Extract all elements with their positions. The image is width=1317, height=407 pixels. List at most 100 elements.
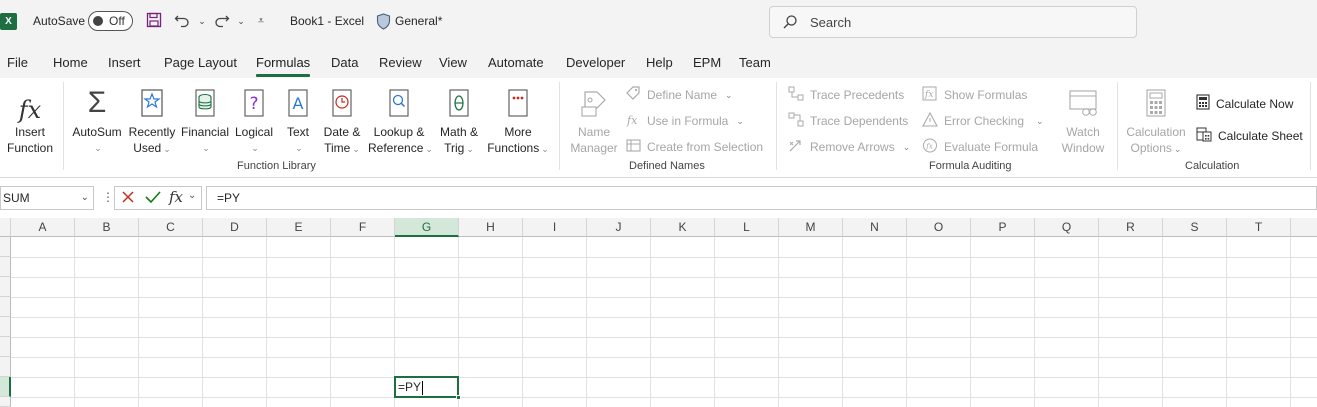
shield-icon[interactable] — [376, 13, 391, 33]
column-header-m[interactable]: M — [779, 218, 843, 237]
row-header-active[interactable] — [0, 377, 11, 397]
tab-epm[interactable]: EPM — [693, 55, 721, 70]
redo-icon[interactable] — [213, 12, 231, 30]
define-name-button[interactable]: Define Name ⌄ — [626, 86, 733, 104]
calculation-options-button[interactable]: Calculation Options ⌄ — [1124, 84, 1188, 157]
remove-arrows-button[interactable]: Remove Arrows ⌄ — [788, 138, 910, 156]
row-header[interactable] — [0, 337, 11, 357]
use-in-formula-button[interactable]: fx Use in Formula ⌄ — [626, 112, 744, 130]
row-header[interactable] — [0, 317, 11, 337]
column-header-d[interactable]: D — [203, 218, 267, 237]
error-checking-button[interactable]: Error Checking ⌄ — [922, 111, 1044, 130]
column-header-partial[interactable] — [1291, 218, 1317, 237]
chevron-down-icon: ⌄ — [725, 89, 733, 100]
text-button[interactable]: A Text ⌄ — [282, 84, 314, 156]
row-header[interactable] — [0, 397, 11, 407]
fill-handle[interactable] — [456, 395, 461, 400]
name-manager-button[interactable]: Name Manager — [568, 84, 620, 156]
tab-formulas[interactable]: Formulas — [256, 55, 311, 77]
select-all-corner[interactable] — [0, 218, 11, 237]
tab-data[interactable]: Data — [331, 55, 358, 70]
logical-button[interactable]: ? Logical ⌄ — [233, 84, 275, 156]
tab-developer[interactable]: Developer — [566, 55, 625, 70]
customize-qat-icon[interactable]: ⩡ — [252, 12, 270, 30]
column-header-b[interactable]: B — [75, 218, 139, 237]
tab-automate[interactable]: Automate — [488, 55, 544, 70]
column-header-k[interactable]: K — [651, 218, 715, 237]
calculate-sheet-label: Calculate Sheet — [1218, 128, 1303, 143]
name-box[interactable]: SUM ⌄ — [0, 186, 94, 210]
column-header-e[interactable]: E — [267, 218, 331, 237]
gridline — [74, 237, 75, 407]
cancel-icon[interactable] — [121, 190, 135, 207]
tab-home[interactable]: Home — [53, 55, 88, 70]
column-header-q[interactable]: Q — [1035, 218, 1099, 237]
chevron-down-icon: ⌄ — [202, 143, 210, 153]
insert-function-icon[interactable]: fx — [169, 188, 183, 206]
table-icon — [626, 138, 641, 156]
calculate-sheet-button[interactable]: Calculate Sheet — [1196, 126, 1303, 145]
active-cell-g[interactable]: =PY — [394, 376, 461, 400]
column-header-l[interactable]: L — [715, 218, 779, 237]
sensitivity-label[interactable]: General* — [395, 14, 442, 28]
save-icon[interactable] — [145, 12, 163, 30]
tab-review[interactable]: Review — [379, 55, 422, 70]
row-header[interactable] — [0, 237, 11, 257]
title-bar: X AutoSave Off ⌄ ⌄ ⩡ Book1 - Excel Gener… — [0, 0, 1317, 44]
tab-help[interactable]: Help — [646, 55, 673, 70]
tab-file[interactable]: File — [7, 55, 28, 70]
more-functions-button[interactable]: More Functions ⌄ — [485, 84, 551, 157]
autosum-button[interactable]: Σ AutoSum ⌄ — [70, 84, 124, 156]
financial-label: Financial — [180, 125, 230, 139]
column-header-n[interactable]: N — [843, 218, 907, 237]
insert-function-button[interactable]: fx Insert Function — [4, 84, 56, 156]
tab-view[interactable]: View — [439, 55, 467, 70]
math-trig-button[interactable]: Math & Trig ⌄ — [436, 84, 482, 157]
ribbon-tabs: File Home Insert Page Layout Formulas Da… — [0, 44, 1317, 78]
watch-window-button[interactable]: Watch Window — [1058, 84, 1108, 156]
recently-used-button[interactable]: Recently Used ⌄ — [127, 84, 177, 157]
column-header-c[interactable]: C — [139, 218, 203, 237]
tab-team[interactable]: Team — [739, 55, 771, 70]
trace-precedents-icon — [788, 86, 804, 104]
evaluate-formula-button[interactable]: fx Evaluate Formula — [922, 138, 1038, 156]
calculate-now-button[interactable]: Calculate Now — [1196, 94, 1293, 113]
financial-button[interactable]: Financial ⌄ — [179, 84, 231, 156]
tab-page-layout[interactable]: Page Layout — [164, 55, 237, 70]
column-header-f[interactable]: F — [331, 218, 395, 237]
gridline — [1290, 237, 1291, 407]
more-options-icon[interactable]: ⋮ — [102, 190, 114, 204]
row-header[interactable] — [0, 277, 11, 297]
formula-input[interactable]: =PY — [206, 186, 1317, 210]
column-header-r[interactable]: R — [1099, 218, 1163, 237]
chevron-down-icon[interactable]: ⌄ — [188, 190, 196, 201]
column-header-a[interactable]: A — [11, 218, 75, 237]
chevron-down-icon[interactable]: ⌄ — [81, 187, 89, 209]
trace-dependents-button[interactable]: Trace Dependents — [788, 112, 908, 130]
search-box[interactable]: Search — [769, 6, 1137, 38]
lookup-reference-button[interactable]: Lookup & Reference ⌄ — [368, 84, 433, 157]
row-header[interactable] — [0, 297, 11, 317]
column-header-o[interactable]: O — [907, 218, 971, 237]
autosave-toggle[interactable]: Off — [88, 11, 133, 31]
date-time-button[interactable]: Date & Time ⌄ — [320, 84, 364, 157]
trace-precedents-button[interactable]: Trace Precedents — [788, 86, 904, 104]
enter-check-icon[interactable] — [145, 190, 161, 207]
undo-dropdown-icon[interactable]: ⌄ — [193, 12, 211, 30]
worksheet-grid[interactable]: A B C D E F G H I J K L M N O P Q R S T — [0, 218, 1317, 407]
row-header[interactable] — [0, 257, 11, 277]
column-header-g[interactable]: G — [395, 218, 459, 237]
column-header-j[interactable]: J — [587, 218, 651, 237]
redo-dropdown-icon[interactable]: ⌄ — [232, 12, 250, 30]
column-header-t[interactable]: T — [1227, 218, 1291, 237]
column-header-s[interactable]: S — [1163, 218, 1227, 237]
create-from-selection-button[interactable]: Create from Selection — [626, 138, 763, 156]
column-header-i[interactable]: I — [523, 218, 587, 237]
show-formulas-button[interactable]: fx Show Formulas — [922, 86, 1027, 104]
column-header-h[interactable]: H — [459, 218, 523, 237]
undo-icon[interactable] — [173, 12, 191, 30]
row-header[interactable] — [0, 357, 11, 377]
column-header-p[interactable]: P — [971, 218, 1035, 237]
tab-insert[interactable]: Insert — [108, 55, 141, 70]
chevron-down-icon: ⌄ — [736, 115, 744, 126]
